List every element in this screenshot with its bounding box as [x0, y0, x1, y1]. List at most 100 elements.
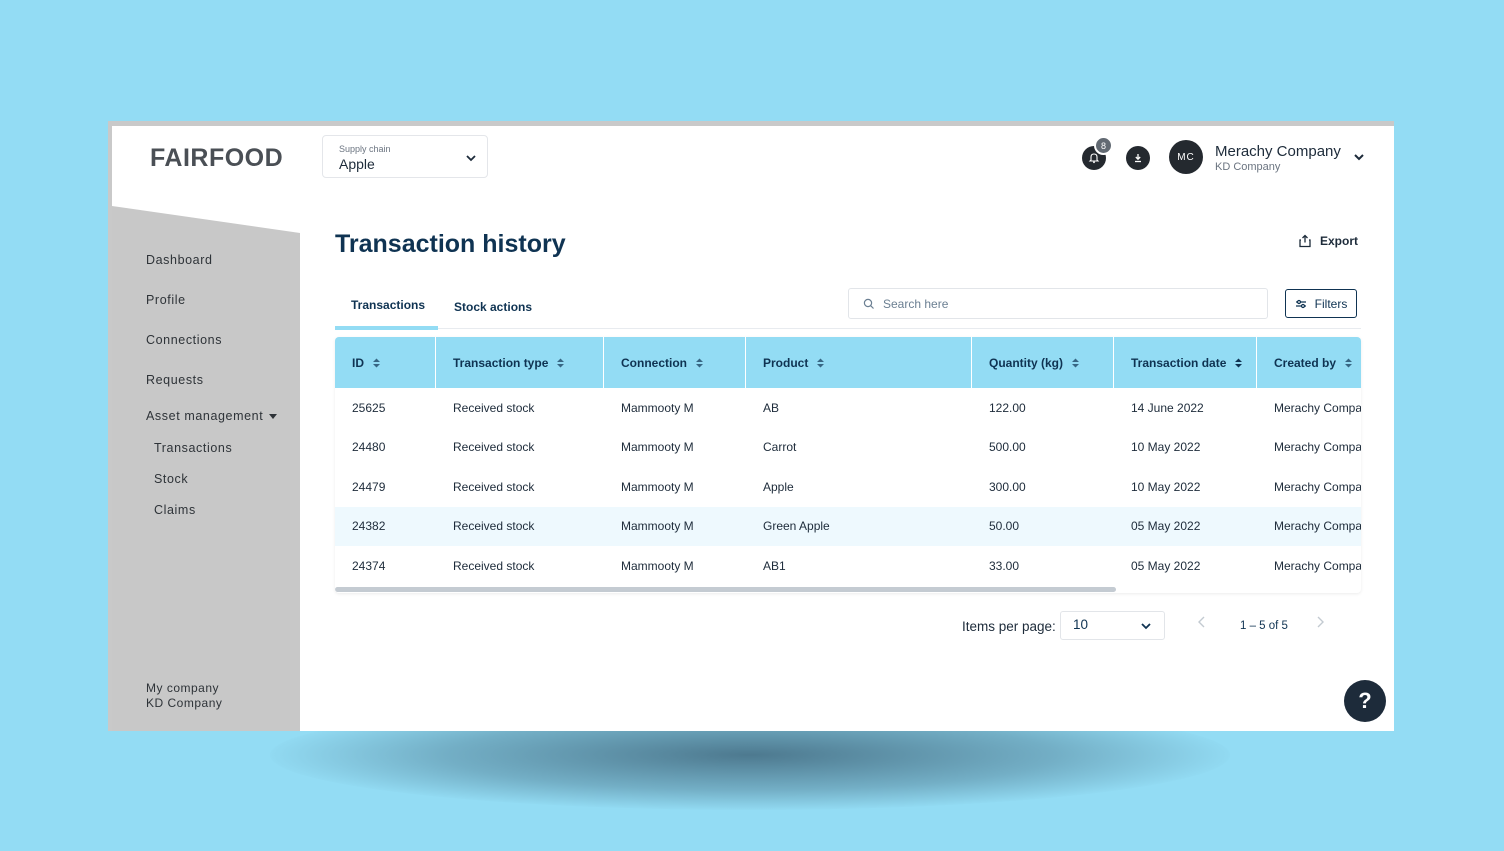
cell-transaction-type: Received stock [453, 479, 535, 494]
page-title: Transaction history [335, 230, 566, 258]
tab-stock-actions[interactable]: Stock actions [454, 300, 532, 314]
sidebar-item-profile[interactable]: Profile [146, 293, 186, 307]
sliders-icon [1295, 299, 1306, 308]
table-row[interactable]: 25625 Received stock Mammooty M AB 122.0… [335, 388, 1361, 428]
cell-transaction-date: 05 May 2022 [1131, 558, 1201, 573]
items-per-page-value: 10 [1073, 617, 1089, 632]
filters-button[interactable]: Filters [1285, 289, 1357, 318]
table-row[interactable]: 24374 Received stock Mammooty M AB1 33.0… [335, 546, 1361, 586]
cell-created-by: Merachy Compa [1274, 479, 1361, 494]
cell-transaction-date: 10 May 2022 [1131, 479, 1201, 494]
sort-icon [1072, 358, 1079, 367]
help-button[interactable]: ? [1344, 680, 1386, 722]
table-row[interactable]: 24479 Received stock Mammooty M Apple 30… [335, 467, 1361, 507]
column-header-transaction-type[interactable]: Transaction type [436, 337, 604, 388]
download-icon [1135, 154, 1141, 163]
my-company-name: KD Company [146, 696, 223, 710]
table-header: ID Transaction type Connection Product Q… [335, 337, 1361, 388]
share-icon [1299, 234, 1311, 248]
cell-product: AB [763, 400, 780, 415]
sidebar-subitem-claims[interactable]: Claims [154, 503, 196, 517]
search-icon [863, 298, 874, 309]
next-page-icon[interactable] [1315, 615, 1325, 629]
column-header-created-by[interactable]: Created by [1257, 337, 1361, 388]
cell-product: Green Apple [763, 519, 830, 534]
cell-quantity: 300.00 [989, 479, 1026, 494]
cell-id: 24382 [352, 519, 386, 534]
cell-quantity: 122.00 [989, 400, 1026, 415]
cell-quantity: 33.00 [989, 558, 1020, 573]
user-name[interactable]: Merachy Company [1215, 143, 1341, 160]
column-label: Transaction type [453, 355, 549, 370]
sidebar-item-requests[interactable]: Requests [146, 373, 204, 387]
items-per-page-select[interactable]: 10 [1060, 611, 1165, 640]
horizontal-scrollbar[interactable] [335, 587, 1116, 592]
notification-badge: 8 [1094, 136, 1113, 155]
column-header-quantity[interactable]: Quantity (kg) [972, 337, 1114, 388]
cell-quantity: 500.00 [989, 440, 1026, 455]
my-company[interactable]: My company KD Company [146, 681, 222, 711]
sidebar-item-asset-management[interactable]: Asset management [146, 409, 278, 423]
tabs-divider [335, 328, 1361, 329]
search-placeholder: Search here [883, 296, 949, 311]
sidebar-subitem-transactions[interactable]: Transactions [154, 441, 232, 455]
table-row[interactable]: 24480 Received stock Mammooty M Carrot 5… [335, 428, 1361, 468]
sidebar-item-label: Asset management [146, 409, 264, 423]
cell-created-by: Merachy Compa [1274, 558, 1361, 573]
column-label: Created by [1274, 355, 1337, 370]
transactions-table: ID Transaction type Connection Product Q… [335, 337, 1361, 593]
column-label: Quantity (kg) [989, 355, 1063, 370]
search-input[interactable]: Search here [848, 288, 1268, 319]
supply-chain-select[interactable]: Supply chain Apple [322, 135, 488, 178]
sort-icon [817, 358, 825, 367]
cell-quantity: 50.00 [989, 519, 1020, 534]
caret-down-icon [269, 414, 278, 420]
sidebar [112, 206, 300, 731]
active-tab-indicator [335, 326, 438, 330]
cell-product: AB1 [763, 558, 786, 573]
sort-icon [373, 358, 380, 367]
download-button[interactable] [1126, 146, 1150, 170]
cell-transaction-date: 10 May 2022 [1131, 440, 1201, 455]
previous-page-icon[interactable] [1197, 615, 1207, 629]
column-header-product[interactable]: Product [746, 337, 972, 388]
table-row[interactable]: 24382 Received stock Mammooty M Green Ap… [335, 506, 1361, 546]
sidebar-item-dashboard[interactable]: Dashboard [146, 253, 213, 267]
cell-transaction-type: Received stock [453, 519, 535, 534]
user-company: KD Company [1215, 161, 1281, 173]
user-menu-chevron-icon[interactable] [1352, 150, 1366, 164]
column-header-transaction-date[interactable]: Transaction date [1114, 337, 1257, 388]
cell-created-by: Merachy Compa [1274, 519, 1361, 534]
cell-product: Apple [763, 479, 794, 494]
items-per-page-label: Items per page: [962, 619, 1056, 634]
cell-connection: Mammooty M [621, 400, 694, 415]
chevron-down-icon [466, 155, 476, 162]
user-avatar[interactable]: MC [1169, 140, 1203, 174]
fairfood-logo[interactable]: FAIRFOOD [150, 144, 283, 173]
pagination-range: 1 – 5 of 5 [1240, 620, 1288, 632]
cell-id: 25625 [352, 400, 386, 415]
app-window: FAIRFOOD Supply chain Apple 8 MC Merachy… [108, 121, 1394, 731]
cell-transaction-type: Received stock [453, 558, 535, 573]
column-header-id[interactable]: ID [335, 337, 436, 388]
cell-connection: Mammooty M [621, 440, 694, 455]
tab-transactions[interactable]: Transactions [351, 298, 425, 312]
sort-icon [1235, 358, 1243, 367]
sidebar-subitem-stock[interactable]: Stock [154, 472, 188, 486]
column-label: Connection [621, 355, 687, 370]
sidebar-item-connections[interactable]: Connections [146, 333, 222, 347]
cell-connection: Mammooty M [621, 479, 694, 494]
supply-chain-value: Apple [339, 156, 375, 172]
chevron-down-icon [1141, 623, 1151, 630]
column-label: ID [352, 355, 364, 370]
cell-connection: Mammooty M [621, 519, 694, 534]
export-label: Export [1320, 234, 1359, 248]
sort-icon [696, 358, 703, 367]
cell-transaction-date: 14 June 2022 [1131, 400, 1204, 415]
column-label: Product [763, 355, 809, 370]
cell-transaction-date: 05 May 2022 [1131, 519, 1201, 534]
supply-chain-label: Supply chain [339, 144, 391, 154]
cell-product: Carrot [763, 440, 797, 455]
export-button[interactable]: Export [1298, 234, 1358, 248]
column-header-connection[interactable]: Connection [604, 337, 746, 388]
